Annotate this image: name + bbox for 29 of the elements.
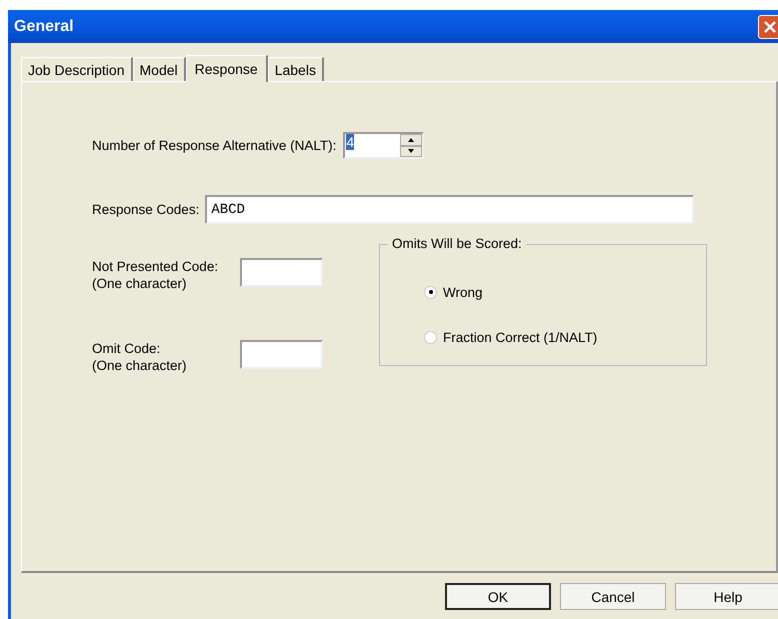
tab[interactable]: Labels: [268, 57, 324, 81]
radio-button[interactable]: [424, 286, 437, 298]
field-label: Omit Code:: [92, 340, 162, 357]
window-title: General: [14, 18, 74, 36]
tab[interactable]: Response: [186, 55, 268, 82]
input-field[interactable]: [240, 258, 323, 287]
field-label: Number of Response Alternative (NALT):: [92, 138, 336, 153]
caret-icon: [408, 138, 414, 142]
field-hint: (One character): [92, 357, 188, 374]
tab[interactable]: Model: [132, 57, 186, 81]
close-icon: [763, 20, 777, 34]
input-field[interactable]: [240, 340, 323, 369]
radio-label[interactable]: Fraction Correct (1/NALT): [443, 330, 598, 344]
tab[interactable]: Job Description: [21, 57, 132, 81]
field-label: Not Presented Code:: [92, 258, 220, 275]
caret-icon: [408, 149, 414, 154]
dialog-button[interactable]: Cancel: [560, 583, 666, 610]
field-label: Response Codes:: [92, 202, 200, 217]
dialog-button[interactable]: Help: [675, 583, 778, 610]
spinner-field[interactable]: 4: [343, 132, 424, 159]
close-button[interactable]: [758, 14, 778, 38]
radio-button[interactable]: [424, 330, 437, 344]
field-hint: (One character): [92, 275, 188, 292]
dialog-button[interactable]: OK: [445, 583, 551, 610]
radio-label[interactable]: Wrong: [443, 284, 483, 300]
input-field[interactable]: ABCD: [205, 195, 694, 224]
group-title: Omits Will be Scored:: [388, 236, 526, 251]
spin-down-button[interactable]: [400, 146, 422, 157]
spin-up-button[interactable]: [400, 134, 422, 146]
